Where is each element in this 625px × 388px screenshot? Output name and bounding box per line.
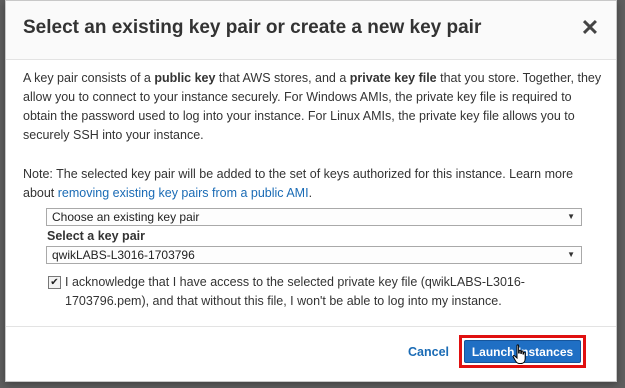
- key-pair-dialog: Select an existing key pair or create a …: [5, 0, 617, 382]
- desc-prefix: A key pair consists of a: [23, 71, 155, 85]
- dialog-title: Select an existing key pair or create a …: [23, 17, 482, 38]
- note-end: .: [308, 186, 313, 200]
- dialog-header: Select an existing key pair or create a …: [6, 1, 616, 60]
- key-pair-select[interactable]: qwikLABS-L3016-1703796 ▼: [46, 246, 582, 264]
- key-pair-action-select[interactable]: Choose an existing key pair ▼: [46, 208, 582, 226]
- key-pair-value: qwikLABS-L3016-1703796: [52, 248, 195, 262]
- select-key-pair-label: Select a key pair: [47, 229, 145, 243]
- key-pair-action-value: Choose an existing key pair: [52, 210, 200, 224]
- chevron-down-icon: ▼: [567, 250, 575, 259]
- close-icon[interactable]: ✕: [580, 17, 600, 39]
- desc-mid: that AWS stores, and a: [215, 71, 350, 85]
- key-pair-description: A key pair consists of a public key that…: [23, 69, 605, 145]
- desc-private-key-file: private key file: [349, 71, 437, 85]
- chevron-down-icon: ▼: [567, 212, 575, 221]
- desc-public-key: public key: [154, 71, 216, 85]
- cancel-button[interactable]: Cancel: [408, 345, 449, 359]
- note-text: Note: The selected key pair will be adde…: [23, 165, 605, 203]
- acknowledge-row: ✔ I acknowledge that I have access to th…: [48, 273, 568, 311]
- dialog-body: A key pair consists of a public key that…: [23, 69, 605, 203]
- remove-key-pairs-link[interactable]: removing existing key pairs from a publi…: [58, 186, 309, 200]
- hand-cursor-icon: [512, 344, 526, 364]
- acknowledge-checkbox[interactable]: ✔: [48, 276, 61, 289]
- acknowledge-label: I acknowledge that I have access to the …: [65, 275, 525, 308]
